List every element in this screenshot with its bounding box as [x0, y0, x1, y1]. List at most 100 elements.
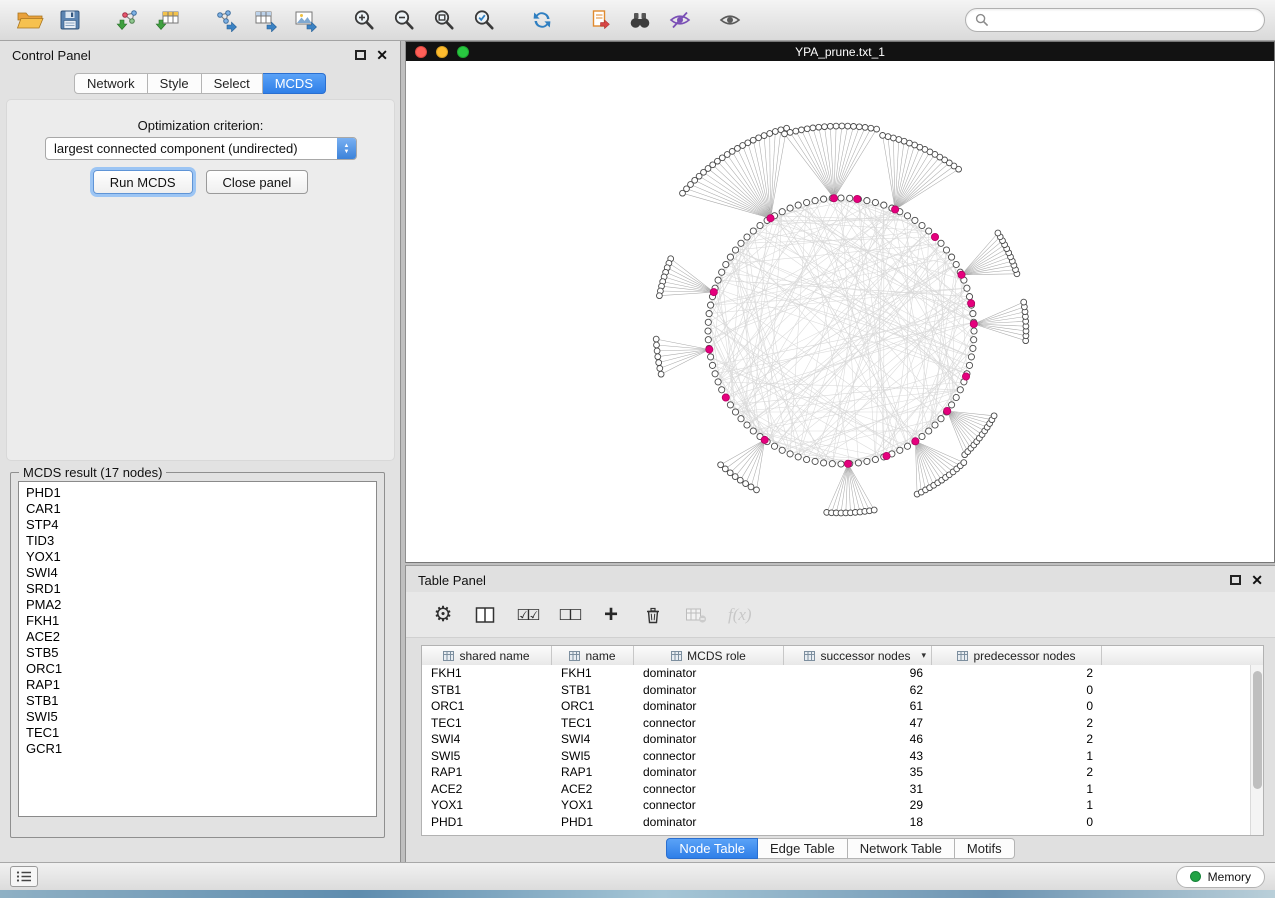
cell-name: PHD1 [552, 815, 634, 829]
cell-shared_name: SWI5 [422, 749, 552, 763]
export-table-button[interactable] [246, 3, 286, 37]
column-grid-icon [443, 651, 454, 661]
zoom-out-button[interactable] [384, 3, 424, 37]
dropdown-stepper-icon: ▲▼ [337, 138, 356, 159]
delete-column-button[interactable] [642, 603, 664, 627]
mcds-result-item[interactable]: GCR1 [26, 741, 369, 757]
fx-icon: f(x) [728, 605, 752, 625]
deselect-all-rows-button[interactable]: ☐☐ [558, 603, 580, 627]
cell-predecessor_nodes: 0 [932, 699, 1102, 713]
mcds-result-item[interactable]: PMA2 [26, 597, 369, 613]
show-columns-button[interactable] [474, 603, 496, 627]
tab-select[interactable]: Select [202, 73, 263, 94]
column-header-shared-name[interactable]: shared name [422, 646, 552, 665]
mcds-result-item[interactable]: STP4 [26, 517, 369, 533]
export-image-button[interactable] [286, 3, 326, 37]
table-row[interactable]: FKH1FKH1dominator962 [422, 665, 1250, 682]
add-column-button[interactable]: + [600, 603, 622, 627]
close-mcds-panel-button[interactable]: Close panel [206, 170, 309, 194]
table-row[interactable]: ACE2ACE2connector311 [422, 781, 1250, 798]
cell-shared_name: SWI4 [422, 732, 552, 746]
status-bar: Memory [0, 862, 1275, 890]
memory-label: Memory [1208, 870, 1251, 884]
table-row[interactable]: YOX1YOX1connector291 [422, 797, 1250, 814]
table-toolbar: ⚙ ☑☑ ☐☐ + f(x) [406, 592, 1275, 638]
table-header-row: shared namenameMCDS rolesuccessor nodes▾… [422, 646, 1263, 665]
zoom-fit-button[interactable] [424, 3, 464, 37]
table-row[interactable]: PHD1PHD1dominator180 [422, 814, 1250, 831]
save-session-button[interactable] [50, 3, 90, 37]
zoom-in-icon [352, 8, 376, 32]
tab-motifs[interactable]: Motifs [955, 838, 1015, 859]
tab-node-table[interactable]: Node Table [666, 838, 758, 859]
minimize-window-button[interactable] [436, 46, 448, 58]
maximize-window-button[interactable] [457, 46, 469, 58]
cell-shared_name: RAP1 [422, 765, 552, 779]
mcds-result-item[interactable]: TEC1 [26, 725, 369, 741]
panel-menu-button[interactable] [10, 866, 38, 887]
close-table-panel-icon[interactable]: ✕ [1251, 573, 1263, 587]
table-row[interactable]: SWI4SWI4dominator462 [422, 731, 1250, 748]
float-table-panel-icon[interactable] [1230, 575, 1241, 585]
table-tabs: Node TableEdge TableNetwork TableMotifs [406, 838, 1275, 859]
scrollbar-thumb[interactable] [1253, 671, 1262, 789]
network-window-titlebar: YPA_prune.txt_1 [406, 42, 1274, 61]
table-row[interactable]: STB1STB1dominator620 [422, 682, 1250, 699]
show-all-button[interactable] [710, 3, 750, 37]
cell-mcds_role: dominator [634, 683, 784, 697]
table-row[interactable]: TEC1TEC1connector472 [422, 715, 1250, 732]
import-table-button[interactable] [148, 3, 188, 37]
optimization-dropdown[interactable]: largest connected component (undirected)… [45, 137, 357, 160]
mcds-result-title: MCDS result (17 nodes) [19, 465, 166, 480]
tab-edge-table[interactable]: Edge Table [758, 838, 848, 859]
zoom-in-button[interactable] [344, 3, 384, 37]
close-window-button[interactable] [415, 46, 427, 58]
float-panel-icon[interactable] [355, 50, 366, 60]
mcds-result-item[interactable]: SWI5 [26, 709, 369, 725]
mcds-result-item[interactable]: STB5 [26, 645, 369, 661]
table-scrollbar[interactable] [1250, 665, 1263, 835]
mcds-result-item[interactable]: YOX1 [26, 549, 369, 565]
mcds-result-item[interactable]: ORC1 [26, 661, 369, 677]
table-row[interactable]: ORC1ORC1dominator610 [422, 698, 1250, 715]
sort-dropdown-icon[interactable]: ▾ [921, 650, 926, 661]
export-network-icon [213, 8, 239, 32]
table-delete-icon [684, 605, 708, 625]
cell-name: SWI5 [552, 749, 634, 763]
mcds-result-item[interactable]: RAP1 [26, 677, 369, 693]
column-header-name[interactable]: name [552, 646, 634, 665]
run-mcds-button[interactable]: Run MCDS [93, 170, 193, 194]
table-row[interactable]: SWI5SWI5connector431 [422, 748, 1250, 765]
cell-successor_nodes: 35 [784, 765, 932, 779]
column-header-successor-nodes[interactable]: successor nodes▾ [784, 646, 932, 665]
duplicate-network-button[interactable] [580, 3, 620, 37]
tab-network[interactable]: Network [74, 73, 148, 94]
column-header-MCDS-role[interactable]: MCDS role [634, 646, 784, 665]
network-canvas[interactable] [406, 61, 1274, 562]
tab-network-table[interactable]: Network Table [848, 838, 955, 859]
refresh-layout-button[interactable] [522, 3, 562, 37]
table-row[interactable]: RAP1RAP1dominator352 [422, 764, 1250, 781]
hide-selected-button[interactable] [660, 3, 700, 37]
search-input[interactable] [994, 13, 1255, 27]
select-all-rows-button[interactable]: ☑☑ [516, 603, 538, 627]
export-network-button[interactable] [206, 3, 246, 37]
close-panel-icon[interactable]: ✕ [376, 48, 388, 62]
mcds-result-item[interactable]: SWI4 [26, 565, 369, 581]
mcds-result-item[interactable]: TID3 [26, 533, 369, 549]
mcds-result-item[interactable]: ACE2 [26, 629, 369, 645]
open-file-button[interactable] [10, 3, 50, 37]
find-button[interactable] [620, 3, 660, 37]
mcds-result-item[interactable]: STB1 [26, 693, 369, 709]
tab-mcds[interactable]: MCDS [263, 73, 326, 94]
table-settings-button[interactable]: ⚙ [432, 603, 454, 627]
mcds-result-item[interactable]: PHD1 [26, 485, 369, 501]
mcds-result-item[interactable]: CAR1 [26, 501, 369, 517]
memory-button[interactable]: Memory [1176, 866, 1265, 888]
zoom-selected-button[interactable] [464, 3, 504, 37]
import-network-button[interactable] [108, 3, 148, 37]
tab-style[interactable]: Style [148, 73, 202, 94]
column-header-predecessor-nodes[interactable]: predecessor nodes [932, 646, 1102, 665]
mcds-result-item[interactable]: FKH1 [26, 613, 369, 629]
mcds-result-item[interactable]: SRD1 [26, 581, 369, 597]
